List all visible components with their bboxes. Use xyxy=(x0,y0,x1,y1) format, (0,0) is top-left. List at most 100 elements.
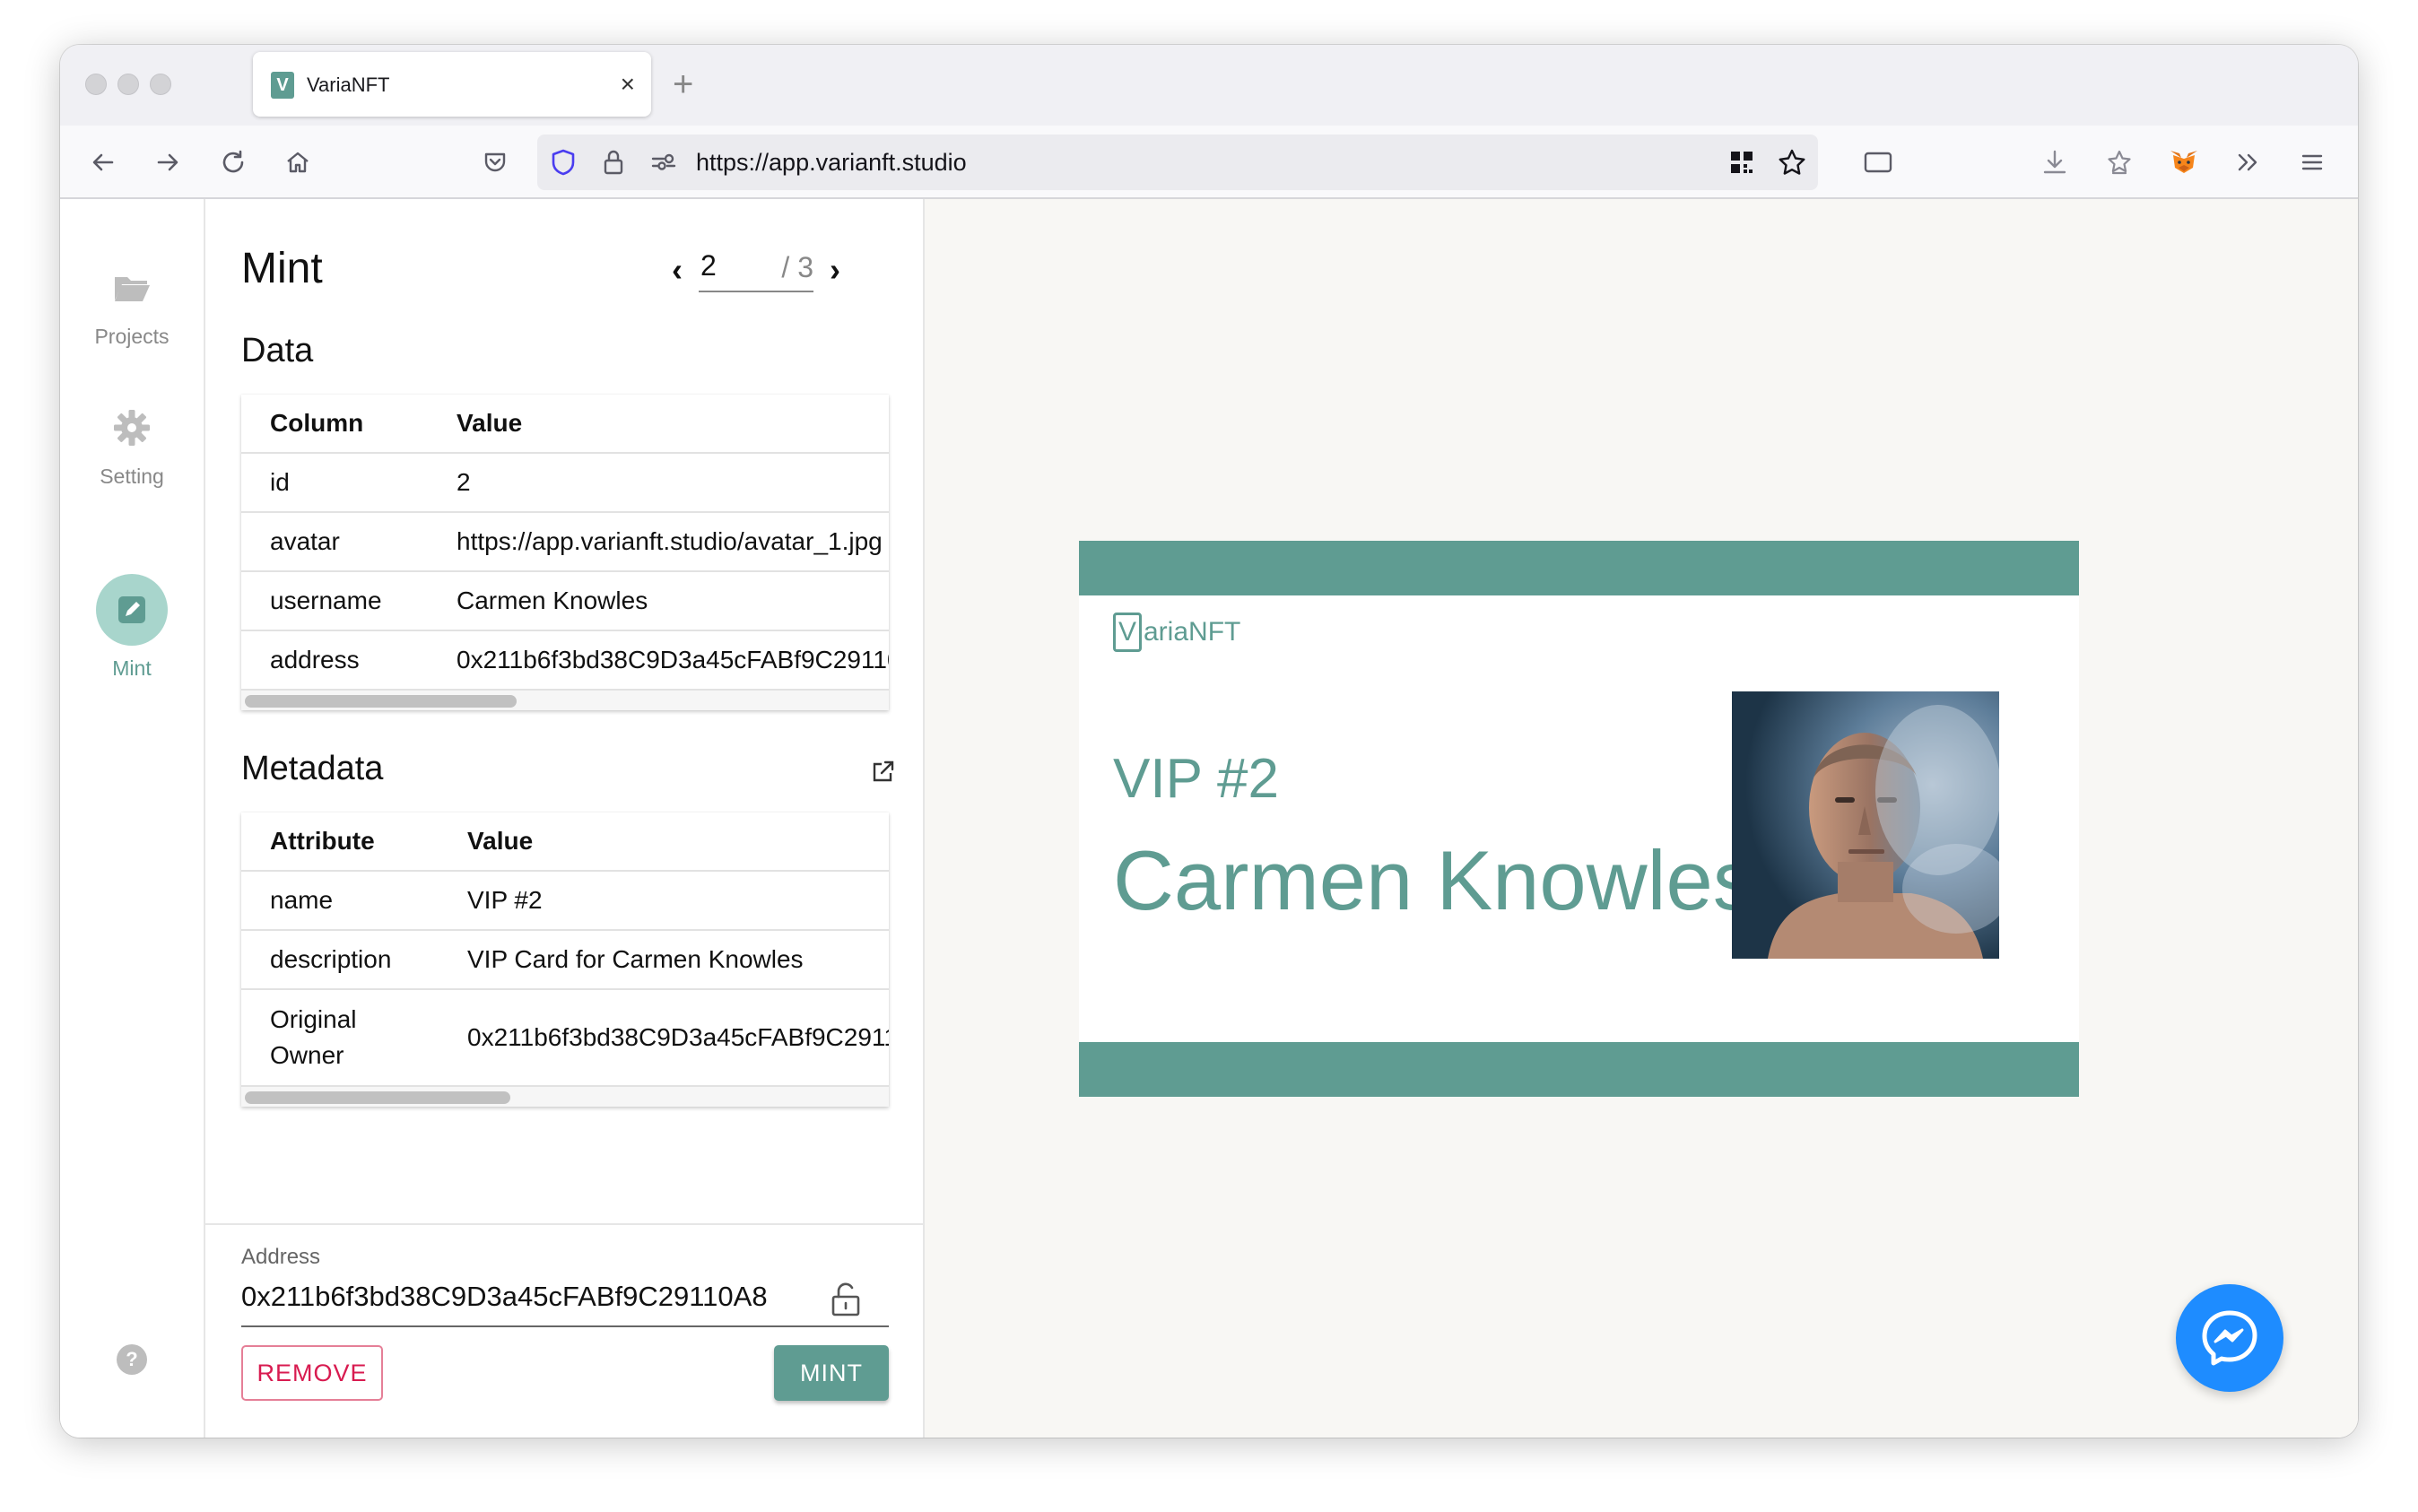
mint-button[interactable]: MINT xyxy=(774,1345,889,1401)
tab-close-icon[interactable]: × xyxy=(621,68,635,100)
value-header: Value xyxy=(457,409,523,437)
page-title: Mint xyxy=(241,245,323,292)
record-number-input[interactable]: 2 / 3 xyxy=(699,248,813,292)
varianft-logo: V ariaNFT xyxy=(1113,613,1240,652)
avatar-photo xyxy=(1732,691,1999,959)
back-icon[interactable] xyxy=(83,142,124,183)
scrollbar-thumb[interactable] xyxy=(245,1091,510,1104)
pager-current-value: 2 xyxy=(700,249,717,282)
tab-bar: V VariaNFT × + xyxy=(60,45,2358,126)
metadata-table-scrollbar[interactable] xyxy=(241,1087,889,1107)
menu-icon[interactable] xyxy=(2292,142,2333,183)
gear-icon xyxy=(111,407,152,448)
help-icon[interactable]: ? xyxy=(117,1344,147,1375)
address-label: Address xyxy=(241,1245,321,1269)
app-area: Projects Setting Mint ? Mint ‹ 2 / 3 › D… xyxy=(60,199,2358,1438)
forward-icon[interactable] xyxy=(147,142,188,183)
sidebar-item-projects[interactable]: Projects xyxy=(60,267,204,349)
reload-icon[interactable] xyxy=(213,142,254,183)
logo-mark: V xyxy=(1113,613,1142,652)
row-value: 0x211b6f3bd38C9D3a45cFABf9C29110A8 xyxy=(467,1023,889,1051)
app-sidebar: Projects Setting Mint ? xyxy=(60,199,205,1438)
attribute-header: Attribute xyxy=(270,827,375,855)
sidebar-label-projects: Projects xyxy=(94,325,170,348)
row-value: https://app.varianft.studio/avatar_1.jpg xyxy=(457,527,883,555)
nft-card-preview: V ariaNFT VIP #2 Carmen Knowles xyxy=(1079,541,2079,1097)
edit-icon xyxy=(96,574,168,646)
download-icon[interactable] xyxy=(2034,142,2075,183)
tab-title: VariaNFT xyxy=(307,74,390,96)
logo-text: ariaNFT xyxy=(1144,617,1241,647)
table-header-row: Attribute Value xyxy=(241,812,889,872)
minimize-window-button[interactable] xyxy=(117,74,139,95)
open-external-icon[interactable] xyxy=(871,759,896,784)
messenger-chat-button[interactable] xyxy=(2176,1284,2283,1392)
qr-icon[interactable] xyxy=(1721,142,1762,183)
value-header: Value xyxy=(467,827,534,855)
table-row: id 2 xyxy=(241,454,889,513)
extensions-icon[interactable] xyxy=(2099,142,2140,183)
unlock-icon[interactable] xyxy=(830,1281,862,1318)
metadata-section-title: Metadata xyxy=(241,750,384,787)
metadata-table: Attribute Value name VIP #2 description … xyxy=(241,812,889,1107)
table-row: address 0x211b6f3bd38C9D3a45cFABf9C29110… xyxy=(241,631,889,691)
row-value: Carmen Knowles xyxy=(457,587,648,614)
reader-icon[interactable] xyxy=(1857,142,1899,183)
home-icon[interactable] xyxy=(277,142,318,183)
remove-button[interactable]: REMOVE xyxy=(241,1345,383,1401)
overflow-icon[interactable] xyxy=(2227,142,2268,183)
metamask-icon[interactable] xyxy=(2163,142,2205,183)
shield-icon[interactable] xyxy=(543,142,584,183)
data-table: Column Value id 2 avatar https://app.var… xyxy=(241,395,889,710)
row-key: Original Owner xyxy=(270,1005,357,1069)
sidebar-label-mint: Mint xyxy=(112,656,152,680)
table-row: description VIP Card for Carmen Knowles xyxy=(241,931,889,990)
table-row: name VIP #2 xyxy=(241,872,889,931)
row-key: id xyxy=(270,468,290,496)
navigation-bar: https://app.varianft.studio xyxy=(60,126,2358,199)
row-key: name xyxy=(270,886,334,914)
address-value[interactable]: 0x211b6f3bd38C9D3a45cFABf9C29110A8 xyxy=(241,1281,788,1313)
card-name: Carmen Knowles xyxy=(1113,833,1755,927)
row-key: address xyxy=(270,646,360,673)
address-field[interactable]: 0x211b6f3bd38C9D3a45cFABf9C29110A8 xyxy=(241,1275,889,1327)
table-row: username Carmen Knowles xyxy=(241,572,889,631)
scrollbar-thumb[interactable] xyxy=(245,695,517,708)
card-preview-area: V ariaNFT VIP #2 Carmen Knowles xyxy=(925,199,2358,1438)
data-table-scrollbar[interactable] xyxy=(241,691,889,710)
row-key: avatar xyxy=(270,527,340,555)
messenger-icon xyxy=(2202,1310,2257,1366)
sidebar-item-mint[interactable]: Mint xyxy=(60,574,204,681)
row-value: 0x211b6f3bd38C9D3a45cFABf9C29110A8 xyxy=(457,646,889,673)
data-section-title: Data xyxy=(241,332,314,369)
table-row: Original Owner 0x211b6f3bd38C9D3a45cFABf… xyxy=(241,990,889,1087)
pager-total: / 3 xyxy=(781,251,813,283)
browser-window: V VariaNFT × + https://app.varianft.stud… xyxy=(60,45,2358,1438)
permissions-icon[interactable] xyxy=(643,142,684,183)
row-key: username xyxy=(270,587,382,614)
close-window-button[interactable] xyxy=(85,74,107,95)
sidebar-label-setting: Setting xyxy=(100,465,164,488)
zoom-window-button[interactable] xyxy=(150,74,171,95)
star-icon[interactable] xyxy=(1771,142,1813,183)
card-subtitle: VIP #2 xyxy=(1113,748,1280,810)
row-key: description xyxy=(270,945,392,973)
pocket-icon[interactable] xyxy=(474,142,516,183)
card-top-band xyxy=(1079,541,2079,595)
varianft-favicon-icon: V xyxy=(271,72,294,99)
sidebar-item-setting[interactable]: Setting xyxy=(60,407,204,489)
row-value: 2 xyxy=(457,468,471,496)
new-tab-button[interactable]: + xyxy=(673,65,693,104)
lock-icon[interactable] xyxy=(593,142,634,183)
url-bar[interactable]: https://app.varianft.studio xyxy=(537,135,1818,190)
next-record-button[interactable]: › xyxy=(830,251,840,289)
mint-panel: Mint ‹ 2 / 3 › Data Column Value id 2 av… xyxy=(205,199,925,1438)
url-text[interactable]: https://app.varianft.studio xyxy=(696,149,967,177)
column-header: Column xyxy=(270,409,364,437)
browser-tab[interactable]: V VariaNFT × xyxy=(253,52,651,117)
address-form: Address 0x211b6f3bd38C9D3a45cFABf9C29110… xyxy=(205,1223,925,1438)
folder-icon xyxy=(111,267,152,308)
row-value: VIP #2 xyxy=(467,886,543,914)
previous-record-button[interactable]: ‹ xyxy=(672,251,683,289)
table-row: avatar https://app.varianft.studio/avata… xyxy=(241,513,889,572)
